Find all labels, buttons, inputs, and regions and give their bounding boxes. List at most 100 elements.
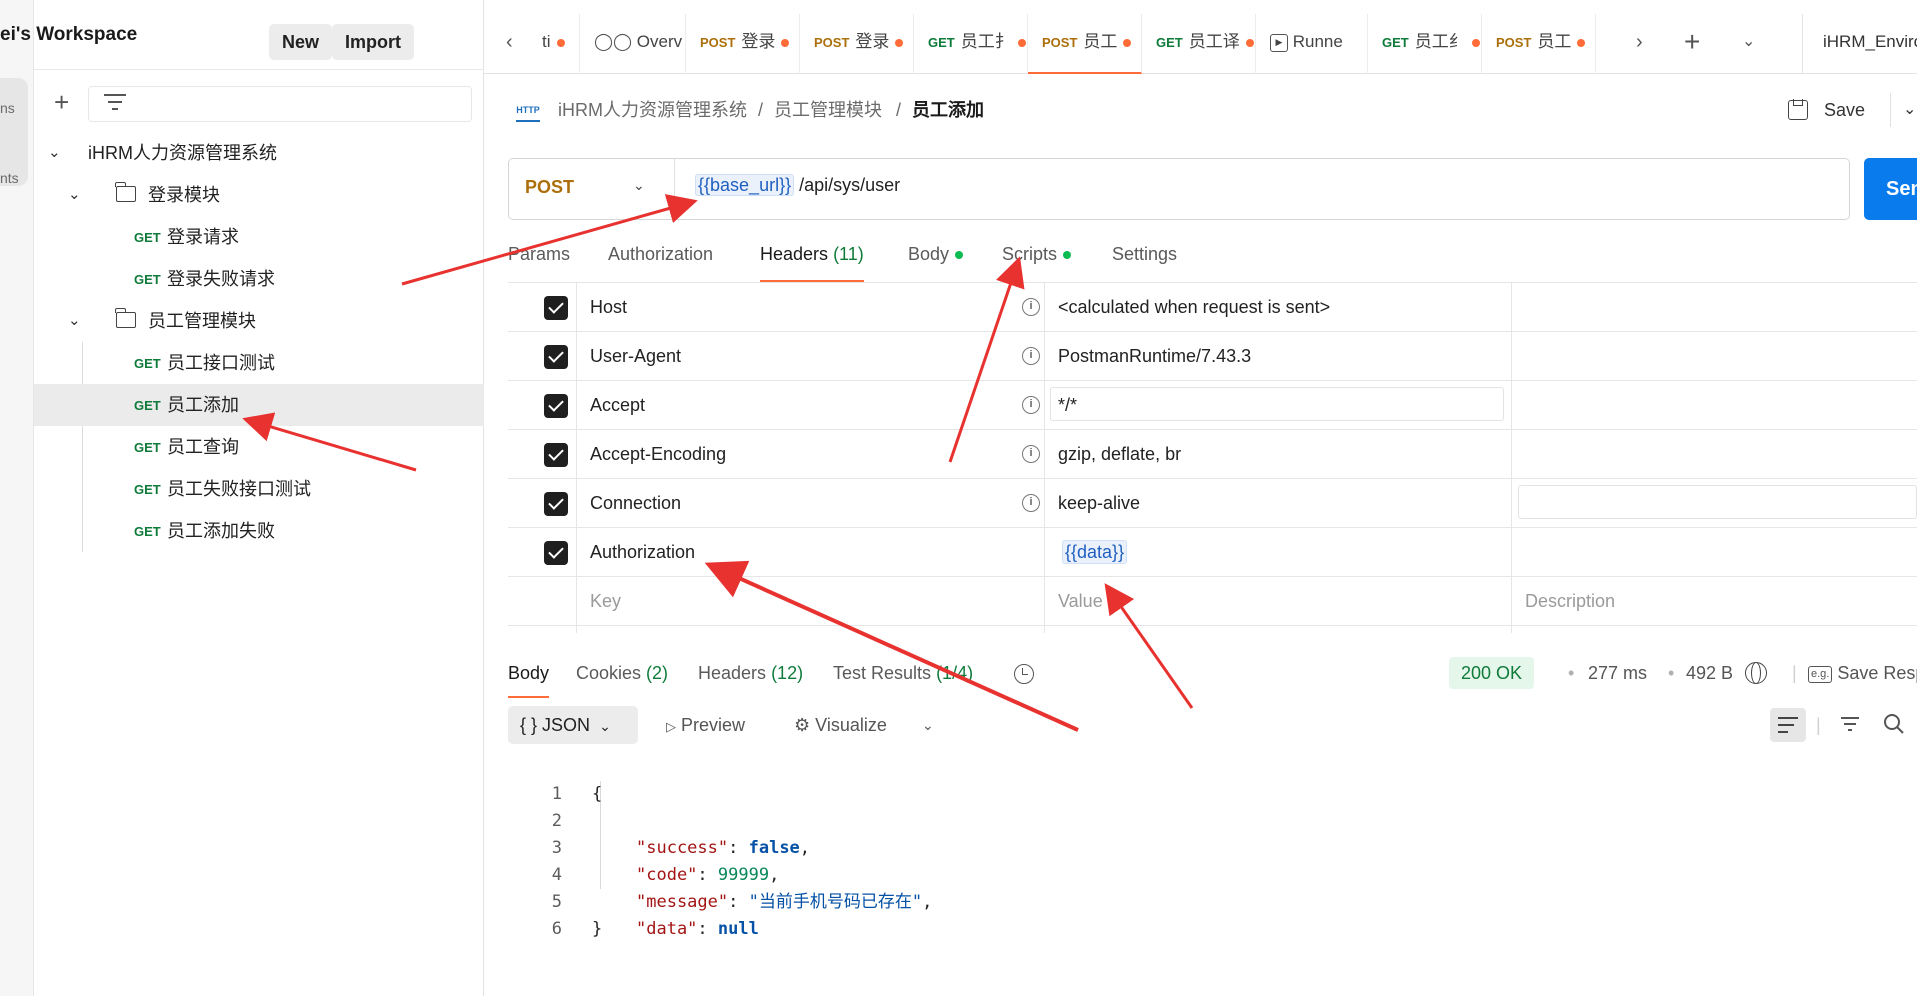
header-value[interactable]: gzip, deflate, br	[1058, 430, 1181, 479]
method-badge: GET	[134, 440, 161, 455]
tab-settings[interactable]: Settings	[1112, 236, 1177, 282]
auth-variable[interactable]: {{data}}	[1062, 540, 1128, 564]
import-button[interactable]: Import	[332, 24, 414, 60]
description-placeholder[interactable]: Description	[1525, 577, 1615, 626]
wrap-lines-icon[interactable]	[1770, 708, 1806, 742]
request-tab[interactable]: POST 员工	[1482, 14, 1596, 74]
tabs-scroll-left-icon[interactable]: ‹	[506, 14, 513, 74]
info-icon[interactable]: i	[1022, 445, 1040, 463]
url-input[interactable]: {{base_url}} /api/sys/user	[695, 174, 900, 196]
chevron-down-icon[interactable]: ⌄	[922, 706, 934, 744]
request-tab[interactable]: ti	[528, 14, 580, 74]
request-tab[interactable]: POST 登录	[686, 14, 800, 74]
chevron-down-icon[interactable]: ⌄	[1890, 93, 1916, 127]
header-value-input[interactable]	[1050, 387, 1504, 421]
header-key[interactable]: Authorization	[590, 528, 695, 577]
tree-folder[interactable]: ⌄ 登录模块	[34, 174, 484, 216]
tree-request[interactable]: GET 登录请求	[34, 216, 484, 258]
header-value[interactable]: {{data}}	[1062, 528, 1128, 577]
globe-icon[interactable]	[1745, 662, 1767, 684]
status-badge[interactable]: 200 OK	[1449, 657, 1535, 689]
request-tab-active[interactable]: POST 员工	[1028, 14, 1142, 74]
rail-item-environments[interactable]: nts	[0, 170, 28, 186]
header-key[interactable]: User-Agent	[590, 332, 681, 381]
header-value[interactable]: PostmanRuntime/7.43.3	[1058, 332, 1251, 381]
response-time[interactable]: 277 ms	[1588, 652, 1647, 694]
folder-label: 登录模块	[148, 185, 220, 205]
tree-collection[interactable]: ⌄ iHRM人力资源管理系统	[34, 132, 484, 174]
header-checkbox[interactable]	[544, 394, 568, 418]
tree-request[interactable]: GET 员工查询	[34, 426, 484, 468]
header-key[interactable]: Host	[590, 283, 627, 332]
header-checkbox[interactable]	[544, 345, 568, 369]
request-tab[interactable]: ◯◯ Overv	[580, 14, 686, 74]
response-size[interactable]: 492 B	[1686, 652, 1733, 694]
header-key[interactable]: Connection	[590, 479, 681, 528]
tabs-dropdown-chevron-icon[interactable]: ⌄	[1742, 14, 1755, 74]
plus-icon[interactable]: +	[54, 89, 69, 115]
tabs-scroll-right-icon[interactable]: ›	[1636, 14, 1643, 74]
header-checkbox[interactable]	[544, 492, 568, 516]
new-button[interactable]: New	[269, 24, 333, 60]
chevron-down-icon[interactable]: ⌄	[48, 132, 61, 174]
preview-button[interactable]: ▷ Preview	[666, 706, 745, 744]
response-tab-tests[interactable]: Test Results (1/4)	[833, 652, 973, 698]
chevron-down-icon[interactable]: ⌄	[68, 300, 81, 342]
response-tab-headers[interactable]: Headers (12)	[698, 652, 803, 698]
send-button[interactable]: Send	[1864, 158, 1917, 220]
tree-folder[interactable]: ⌄ 员工管理模块	[34, 300, 484, 342]
response-tab-cookies[interactable]: Cookies (2)	[576, 652, 668, 698]
sidebar-search-input[interactable]	[88, 86, 472, 122]
tree-request[interactable]: GET 登录失败请求	[34, 258, 484, 300]
tab-params[interactable]: Params	[508, 236, 570, 282]
tree-request[interactable]: GET 员工添加失败	[34, 510, 484, 552]
chevron-down-icon[interactable]: ⌄	[68, 174, 81, 216]
tree-request[interactable]: GET 员工接口测试	[34, 342, 484, 384]
header-value[interactable]: */*	[1058, 381, 1077, 430]
header-key[interactable]: Accept	[590, 381, 645, 430]
tree-request-selected[interactable]: GET 员工添加	[34, 384, 484, 426]
header-checkbox[interactable]	[544, 296, 568, 320]
visualize-button[interactable]: ⚙ Visualize	[794, 706, 887, 744]
info-icon[interactable]: i	[1022, 396, 1040, 414]
tab-headers[interactable]: Headers (11)	[760, 236, 864, 282]
tab-scripts[interactable]: Scripts	[1002, 236, 1072, 282]
filter-icon[interactable]	[104, 92, 128, 112]
header-value[interactable]: <calculated when request is sent>	[1058, 283, 1330, 332]
tab-authorization[interactable]: Authorization	[608, 236, 713, 282]
save-response-button[interactable]: e.g. Save Resp	[1808, 652, 1917, 694]
request-tab[interactable]: GET 员工译	[1142, 14, 1256, 74]
format-select[interactable]: { } JSON ⌄	[508, 706, 638, 744]
rail-item-collections[interactable]: ns	[0, 100, 28, 116]
request-tab[interactable]: ▶ Runne	[1256, 14, 1368, 74]
history-icon[interactable]	[1014, 664, 1034, 684]
request-label: 登录请求	[167, 227, 239, 247]
new-tab-plus-icon[interactable]: +	[1684, 14, 1700, 74]
workspace-title[interactable]: ei's Workspace	[0, 24, 137, 46]
header-key[interactable]: Accept-Encoding	[590, 430, 726, 479]
url-variable[interactable]: {{base_url}}	[695, 174, 795, 196]
environment-selector[interactable]: iHRM_Environment	[1802, 14, 1917, 74]
tree-request[interactable]: GET 员工失败接口测试	[34, 468, 484, 510]
info-icon[interactable]: i	[1022, 298, 1040, 316]
request-tab[interactable]: GET 员工扌	[914, 14, 1028, 74]
breadcrumb-collection[interactable]: iHRM人力资源管理系统	[558, 93, 747, 127]
response-tab-body[interactable]: Body	[508, 652, 550, 698]
header-checkbox[interactable]	[544, 443, 568, 467]
breadcrumb-current[interactable]: 员工添加	[912, 93, 984, 127]
info-icon[interactable]: i	[1022, 494, 1040, 512]
value-placeholder[interactable]: Value	[1058, 577, 1103, 626]
filter-icon[interactable]	[1838, 712, 1862, 736]
request-tab[interactable]: POST 登录	[800, 14, 914, 74]
header-description-input[interactable]	[1518, 485, 1917, 519]
request-tab[interactable]: GET 员工纟	[1368, 14, 1482, 74]
header-checkbox[interactable]	[544, 541, 568, 565]
breadcrumb-folder[interactable]: 员工管理模块	[774, 93, 882, 127]
key-placeholder[interactable]: Key	[590, 577, 621, 626]
tab-body[interactable]: Body	[908, 236, 964, 282]
search-icon[interactable]	[1882, 712, 1906, 736]
method-select[interactable]: POST ⌄	[509, 159, 675, 219]
response-body[interactable]: 1{ 2 "success": false, 3 "code": 99999, …	[508, 754, 1917, 939]
header-value[interactable]: keep-alive	[1058, 479, 1140, 528]
info-icon[interactable]: i	[1022, 347, 1040, 365]
